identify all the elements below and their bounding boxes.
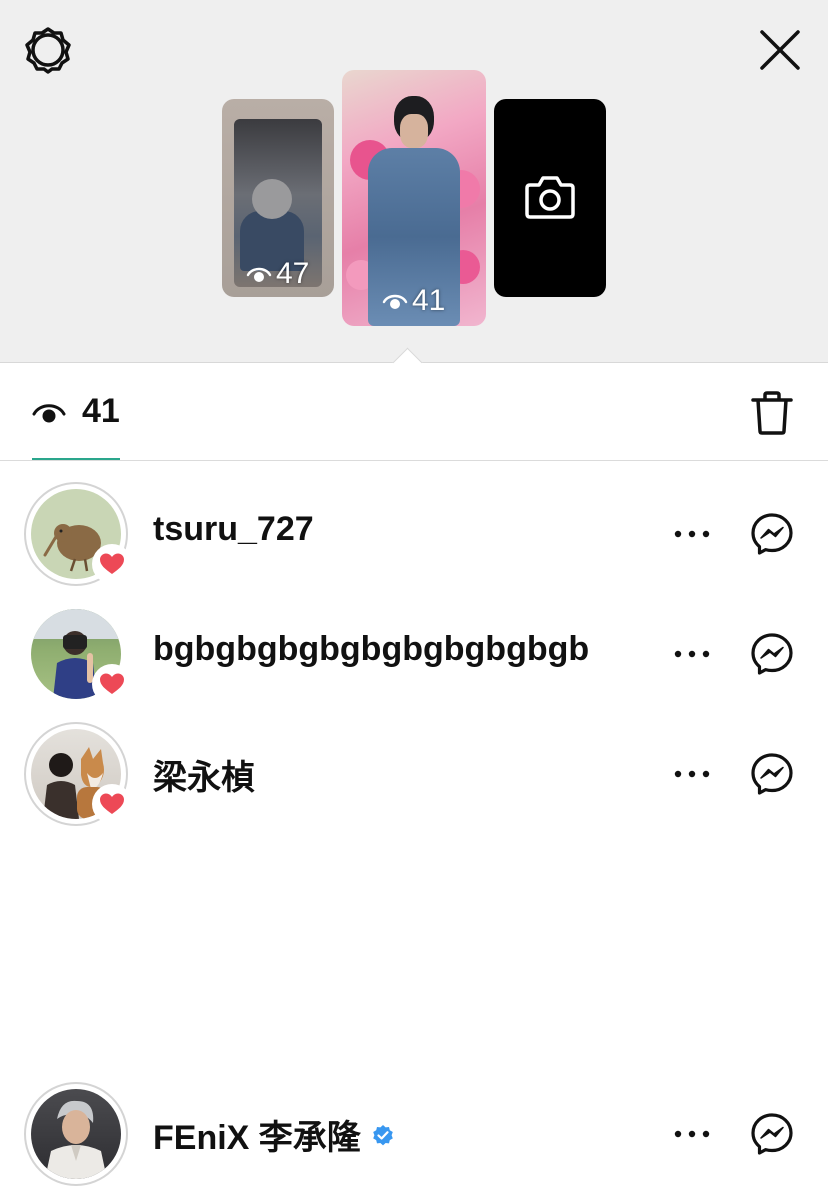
avatar[interactable] — [24, 482, 132, 586]
settings-button[interactable] — [24, 26, 72, 74]
viewer-username[interactable]: 梁永楨 — [153, 750, 255, 799]
story-view-count-label: 47 — [276, 257, 310, 290]
more-horizontal-icon — [674, 530, 710, 538]
viewer-username[interactable]: tsuru_727 — [153, 510, 314, 549]
delete-story-button[interactable] — [750, 390, 794, 436]
viewer-username-label: 梁永楨 — [153, 759, 255, 797]
viewer-username-label: tsuru_727 — [153, 510, 314, 548]
tab-views[interactable]: 41 — [32, 362, 120, 460]
viewer-username-label: FEniX 李承隆 — [153, 1119, 361, 1157]
eye-icon — [382, 294, 408, 309]
gear-icon — [25, 27, 71, 74]
viewers-header: 41 — [0, 362, 828, 461]
more-horizontal-icon — [674, 770, 710, 778]
story-thumbnail-selected[interactable]: 41 — [342, 70, 486, 326]
story-view-count: 47 — [246, 257, 309, 291]
story-image-subject-head — [252, 179, 292, 219]
close-icon — [760, 30, 800, 70]
trash-icon — [751, 391, 793, 435]
story-view-count-label: 41 — [412, 284, 446, 317]
liked-badge — [92, 664, 132, 704]
heart-icon — [100, 553, 124, 574]
eye-icon — [32, 404, 66, 423]
viewer-username[interactable]: bgbgbgbgbgbgbgbgbgbgb — [153, 630, 589, 669]
heart-icon — [100, 673, 124, 694]
viewer-username[interactable]: FEniX 李承隆 — [153, 1110, 395, 1159]
more-options-button[interactable] — [672, 756, 712, 792]
avatar[interactable] — [24, 722, 132, 826]
send-message-button[interactable] — [750, 752, 794, 796]
viewer-row: bgbgbgbgbgbgbgbgbgbgb — [0, 600, 828, 710]
viewer-row: FEniX 李承隆 — [0, 1080, 828, 1190]
viewer-row: tsuru_727 — [0, 480, 828, 590]
avatar-image — [31, 1089, 121, 1179]
camera-icon — [525, 176, 575, 219]
viewer-row: 梁永楨 — [0, 720, 828, 830]
verified-badge-icon — [371, 1123, 395, 1147]
more-options-button[interactable] — [672, 636, 712, 672]
send-message-button[interactable] — [750, 512, 794, 556]
avatar[interactable] — [24, 1082, 128, 1186]
close-button[interactable] — [756, 26, 804, 74]
more-options-button[interactable] — [672, 1116, 712, 1152]
add-story-camera-button[interactable] — [494, 99, 606, 297]
person-portrait-photo — [45, 1100, 107, 1179]
more-horizontal-icon — [674, 650, 710, 658]
story-view-count: 41 — [382, 284, 445, 318]
liked-badge — [92, 784, 132, 824]
story-thumbnail[interactable]: 47 — [222, 99, 334, 297]
heart-icon — [100, 793, 124, 814]
viewer-username-label: bgbgbgbgbgbgbgbgbgbgb — [153, 630, 590, 668]
avatar[interactable] — [24, 602, 132, 706]
more-horizontal-icon — [674, 1130, 710, 1138]
liked-badge — [92, 544, 132, 584]
messenger-icon — [751, 513, 793, 555]
send-message-button[interactable] — [750, 632, 794, 676]
story-image-subject-face — [400, 114, 428, 148]
views-count: 41 — [82, 392, 120, 430]
messenger-icon — [751, 753, 793, 795]
send-message-button[interactable] — [750, 1112, 794, 1156]
story-tray: 47 41 — [0, 0, 828, 363]
messenger-icon — [751, 1113, 793, 1155]
more-options-button[interactable] — [672, 516, 712, 552]
messenger-icon — [751, 633, 793, 675]
eye-icon — [246, 267, 272, 282]
